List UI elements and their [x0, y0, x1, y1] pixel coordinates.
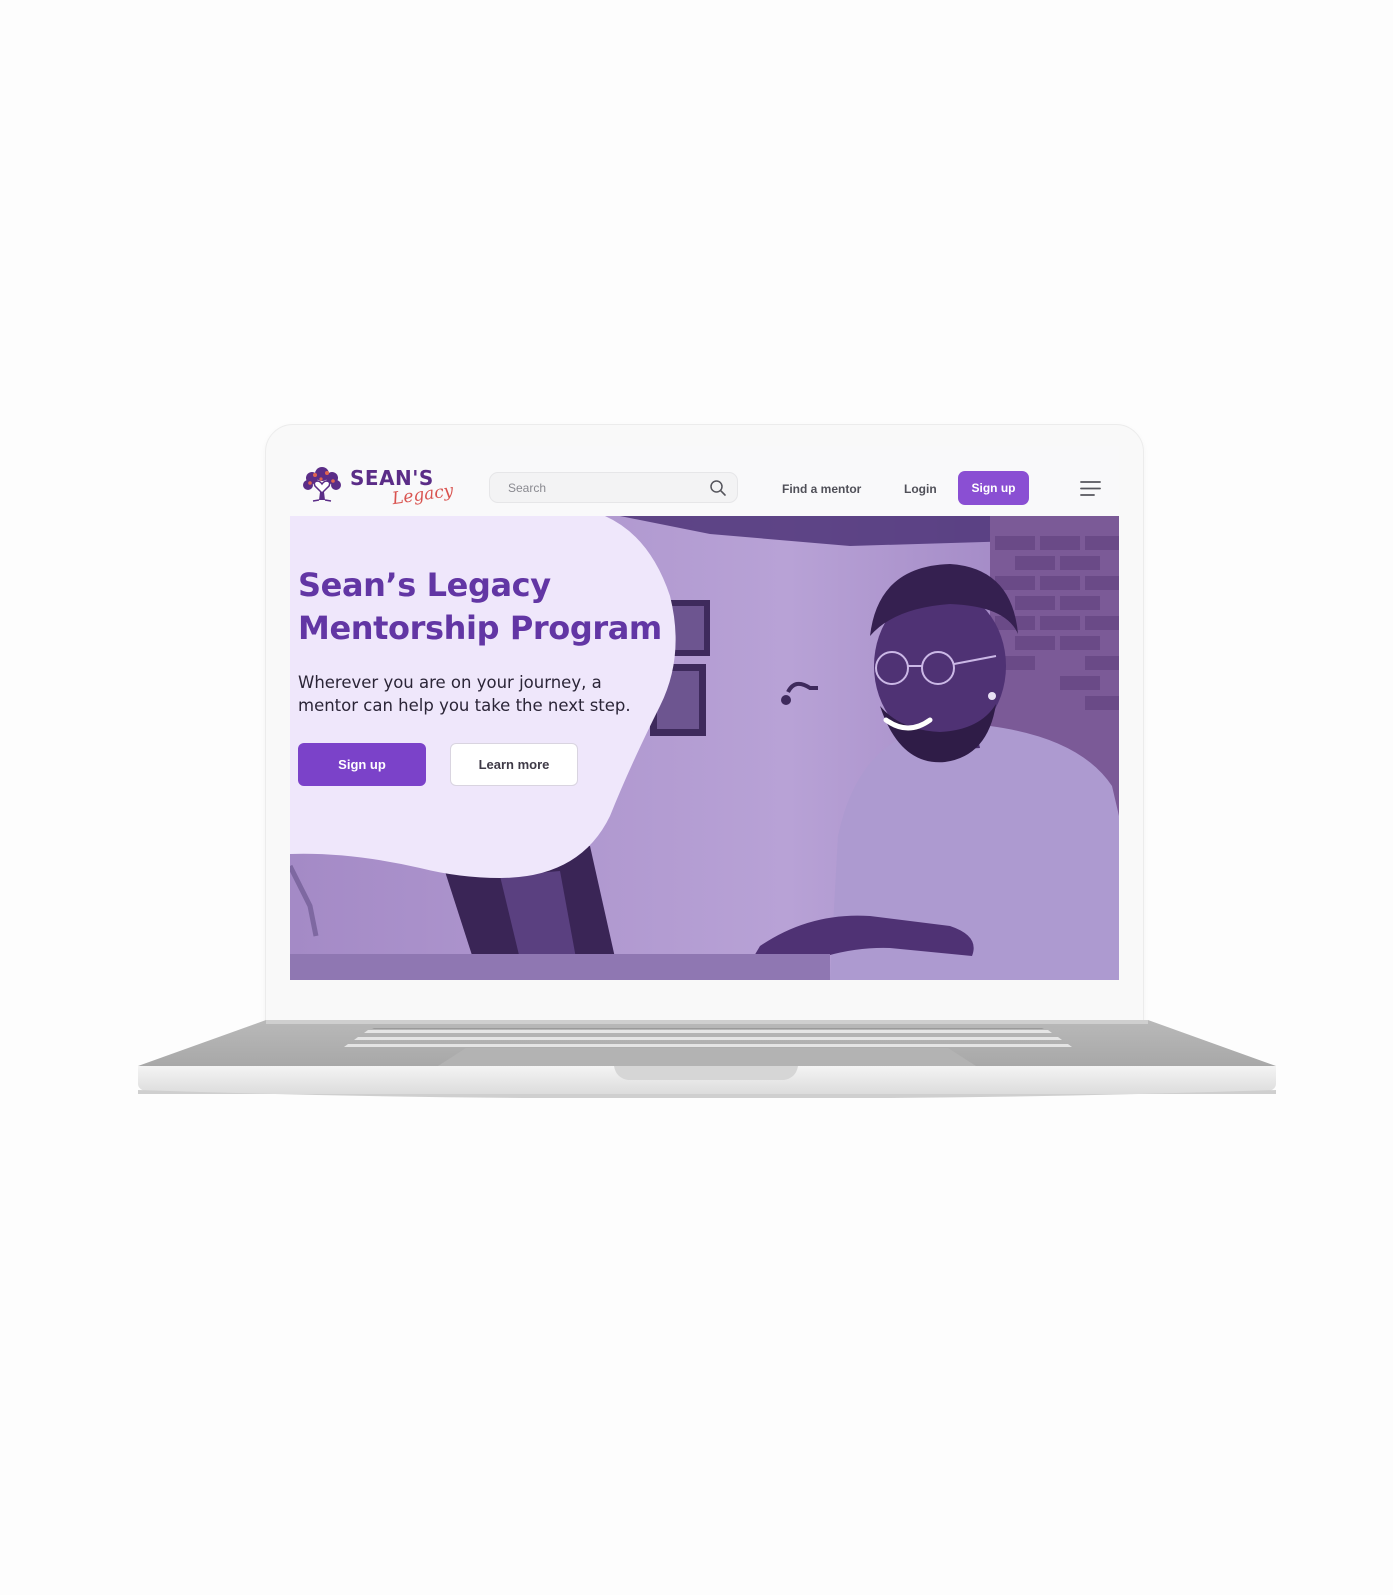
learn-more-button[interactable]: Learn more: [450, 743, 578, 786]
nav-signup-button[interactable]: Sign up: [958, 471, 1029, 505]
website-screen: SEAN'S Legacy Find a mentor Login Sign u…: [290, 446, 1119, 980]
search-icon[interactable]: [709, 479, 727, 497]
laptop-base: [136, 1020, 1278, 1098]
hero-title: Sean’s Legacy Mentorship Program: [298, 566, 662, 647]
navbar: SEAN'S Legacy Find a mentor Login Sign u…: [290, 446, 1119, 516]
tree-heart-icon: [303, 467, 341, 502]
hero-subtitle: Wherever you are on your journey, a ment…: [298, 673, 631, 715]
login-link[interactable]: Login: [904, 482, 937, 496]
search-input[interactable]: [490, 473, 718, 502]
find-a-mentor-link[interactable]: Find a mentor: [782, 482, 861, 496]
hero-section: Sean’s Legacy Mentorship Program Whereve…: [290, 516, 1119, 980]
hamburger-menu-icon[interactable]: [1080, 480, 1101, 497]
laptop-keyboard-deck: [138, 1020, 1276, 1098]
hero-signup-button[interactable]: Sign up: [298, 743, 426, 786]
search-bar: [489, 472, 738, 503]
site-logo[interactable]: SEAN'S Legacy: [300, 466, 455, 509]
